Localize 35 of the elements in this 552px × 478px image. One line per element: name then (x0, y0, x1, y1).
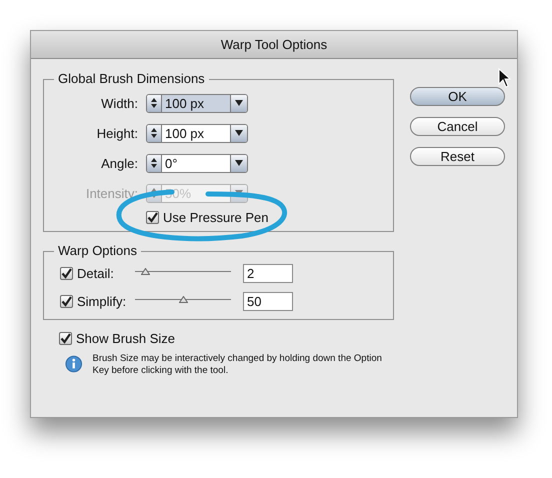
dropdown-icon[interactable] (235, 130, 243, 136)
cursor-icon (498, 68, 512, 88)
field-label: Intensity: (84, 186, 139, 200)
dialog-button[interactable]: Cancel (410, 117, 505, 136)
combo-field[interactable]: 100 px (146, 124, 248, 142)
window-title: Warp Tool Options (31, 31, 517, 59)
checkbox[interactable] (59, 332, 72, 345)
dropdown-icon[interactable] (235, 160, 243, 166)
input-field[interactable]: 2 (243, 264, 293, 282)
dialog-button[interactable]: Reset (410, 147, 505, 166)
info-icon (65, 355, 82, 373)
dialog-button[interactable]: OK (410, 87, 505, 106)
stepper-icon[interactable] (150, 97, 158, 109)
slider[interactable] (135, 296, 231, 306)
combo-field[interactable]: 100 px (146, 94, 248, 112)
field-label: Height: (96, 126, 139, 140)
input-field[interactable]: 50 (243, 292, 293, 310)
checkbox[interactable] (146, 211, 159, 224)
checkbox-label: Use Pressure Pen (163, 210, 268, 225)
slider[interactable] (135, 268, 231, 278)
checkbox-label: Simplify: (77, 294, 126, 308)
checkbox-label: Show Brush Size (76, 331, 175, 346)
info-text: Brush Size may be interactively changed by holding down the Option Key before clicking with the tool. (92, 353, 383, 377)
slider-thumb[interactable] (140, 268, 150, 275)
checkbox[interactable] (60, 294, 73, 308)
group-title: Warp Options (54, 243, 141, 259)
field-label: Angle: (100, 156, 139, 170)
checkbox[interactable] (60, 266, 73, 280)
stepper-icon[interactable] (150, 157, 158, 169)
dropdown-icon[interactable] (235, 100, 243, 106)
checkbox-label: Detail: (77, 266, 114, 280)
combo-field[interactable]: 0° (146, 154, 248, 172)
field-label: Width: (100, 96, 139, 110)
slider-thumb[interactable] (179, 296, 188, 303)
stepper-icon[interactable] (150, 127, 158, 139)
